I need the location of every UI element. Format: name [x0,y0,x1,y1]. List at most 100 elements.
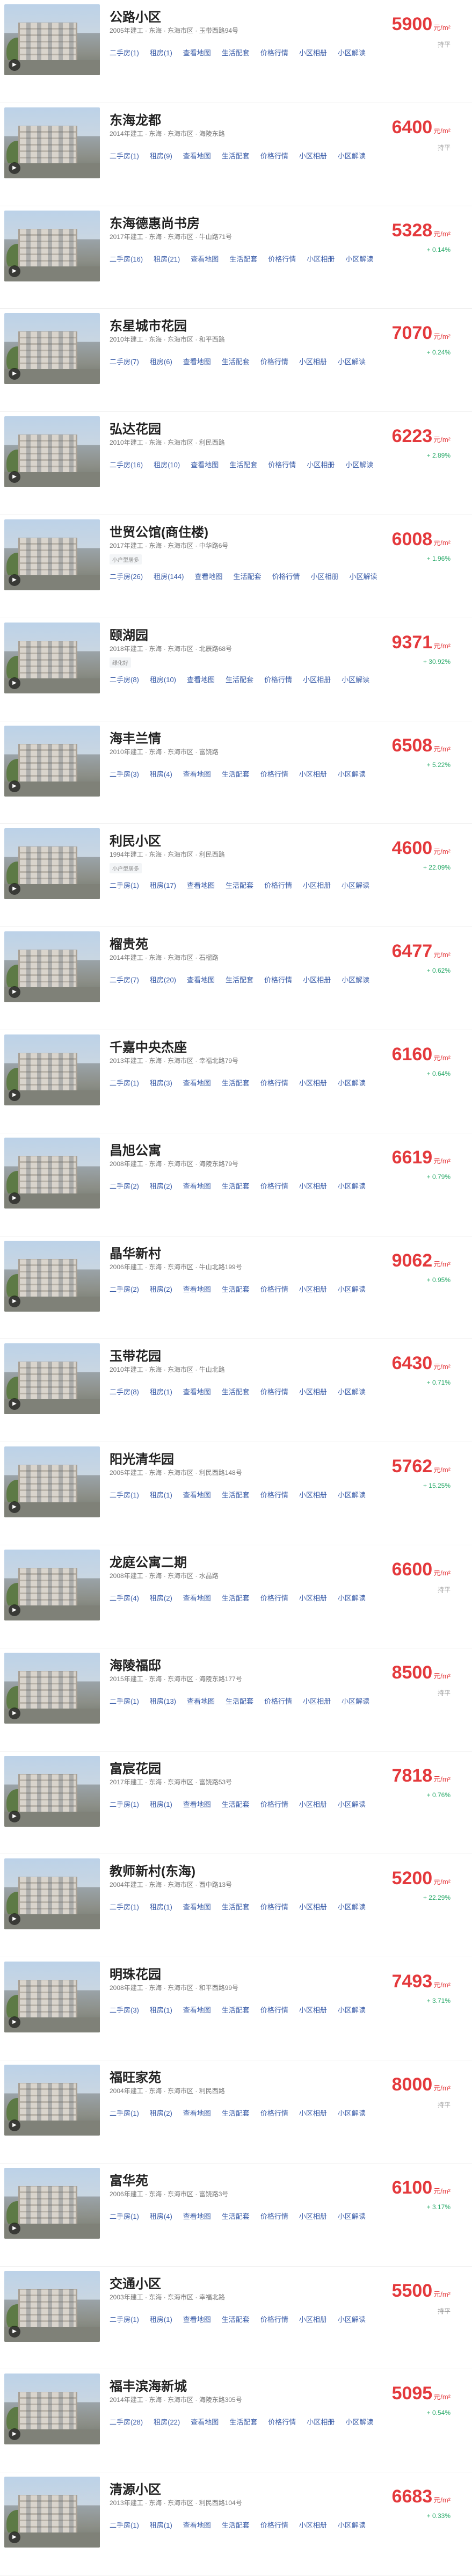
rent-link[interactable]: 租房(10) [154,459,180,469]
album-link[interactable]: 小区相册 [299,1284,327,1294]
map-link[interactable]: 查看地图 [183,2314,211,2324]
map-link[interactable]: 查看地图 [183,769,211,779]
map-link[interactable]: 查看地图 [191,2416,219,2427]
map-link[interactable]: 查看地图 [183,1077,211,1088]
play-icon[interactable]: ▶ [9,1604,20,1616]
rent-link[interactable]: 租房(1) [150,47,172,57]
album-link[interactable]: 小区相册 [303,1696,331,1706]
album-link[interactable]: 小区相册 [303,674,331,684]
amenities-link[interactable]: 生活配套 [229,254,257,264]
community-name[interactable]: 明珠花园 [110,1964,161,1982]
second-hand-link[interactable]: 二手房(16) [110,254,143,264]
map-link[interactable]: 查看地图 [183,1181,211,1191]
analysis-link[interactable]: 小区解读 [338,2211,366,2221]
play-icon[interactable]: ▶ [9,780,20,792]
amenities-link[interactable]: 生活配套 [222,1386,250,1396]
second-hand-link[interactable]: 二手房(1) [110,1901,139,1912]
community-list-item[interactable]: ▶ 公路小区 2005年建工 · 东海 · 东海市区 · 玉带西路94号 二手房(1)… [0,0,472,103]
analysis-link[interactable]: 小区解读 [345,254,373,264]
community-list-item[interactable]: ▶ 海丰兰情 2010年建工 · 东海 · 东海市区 · 富饶路 二手房(3) 租房(4… [0,721,472,824]
second-hand-link[interactable]: 二手房(28) [110,2416,143,2427]
community-name[interactable]: 交通小区 [110,2273,161,2292]
map-link[interactable]: 查看地图 [183,150,211,161]
price-trend-link[interactable]: 价格行情 [264,880,292,890]
community-list-item[interactable]: ▶ 富华苑 2006年建工 · 东海 · 东海市区 · 富饶路3号 二手房(1) 租房(… [0,2163,472,2267]
amenities-link[interactable]: 生活配套 [222,356,250,366]
second-hand-link[interactable]: 二手房(1) [110,150,139,161]
rent-link[interactable]: 租房(2) [150,1284,172,1294]
play-icon[interactable]: ▶ [9,574,20,586]
second-hand-link[interactable]: 二手房(1) [110,1696,139,1706]
community-photo[interactable]: ▶ [4,1755,100,1827]
rent-link[interactable]: 租房(2) [150,2108,172,2118]
community-photo[interactable]: ▶ [4,828,100,900]
community-name[interactable]: 富宸花园 [110,1758,161,1777]
community-name[interactable]: 公路小区 [110,6,161,25]
second-hand-link[interactable]: 二手房(2) [110,1181,139,1191]
analysis-link[interactable]: 小区解读 [338,2520,366,2530]
price-trend-link[interactable]: 价格行情 [260,1181,288,1191]
album-link[interactable]: 小区相册 [299,47,327,57]
play-icon[interactable]: ▶ [9,2016,20,2029]
rent-link[interactable]: 租房(21) [154,254,180,264]
album-link[interactable]: 小区相册 [299,1901,327,1912]
analysis-link[interactable]: 小区解读 [338,356,366,366]
play-icon[interactable]: ▶ [9,1810,20,1822]
analysis-link[interactable]: 小区解读 [342,674,369,684]
play-icon[interactable]: ▶ [9,677,20,689]
amenities-link[interactable]: 生活配套 [222,769,250,779]
rent-link[interactable]: 租房(10) [150,674,176,684]
analysis-link[interactable]: 小区解读 [345,459,373,469]
amenities-link[interactable]: 生活配套 [222,2314,250,2324]
rent-link[interactable]: 租房(13) [150,1696,176,1706]
play-icon[interactable]: ▶ [9,1707,20,1719]
album-link[interactable]: 小区相册 [311,571,339,581]
community-name[interactable]: 海丰兰情 [110,728,161,747]
amenities-link[interactable]: 生活配套 [222,2211,250,2221]
rent-link[interactable]: 租房(3) [150,1077,172,1088]
community-photo[interactable]: ▶ [4,1652,100,1724]
price-trend-link[interactable]: 价格行情 [268,254,296,264]
play-icon[interactable]: ▶ [9,2119,20,2131]
map-link[interactable]: 查看地图 [187,974,215,985]
amenities-link[interactable]: 生活配套 [226,974,253,985]
second-hand-link[interactable]: 二手房(2) [110,1284,139,1294]
community-list-item[interactable]: ▶ 阳光清华园 2005年建工 · 东海 · 东海市区 · 利民西路148号 二手房(… [0,1442,472,1545]
community-name[interactable]: 榴贵苑 [110,934,148,952]
play-icon[interactable]: ▶ [9,1295,20,1307]
analysis-link[interactable]: 小区解读 [338,1901,366,1912]
map-link[interactable]: 查看地图 [183,2520,211,2530]
second-hand-link[interactable]: 二手房(4) [110,1593,139,1603]
amenities-link[interactable]: 生活配套 [222,1799,250,1809]
rent-link[interactable]: 租房(1) [150,2520,172,2530]
price-trend-link[interactable]: 价格行情 [260,1284,288,1294]
community-photo[interactable]: ▶ [4,4,100,75]
amenities-link[interactable]: 生活配套 [222,1181,250,1191]
play-icon[interactable]: ▶ [9,162,20,174]
amenities-link[interactable]: 生活配套 [222,2520,250,2530]
second-hand-link[interactable]: 二手房(16) [110,459,143,469]
community-list-item[interactable]: ▶ 龙庭公寓二期 2008年建工 · 东海 · 东海市区 · 水晶路 二手房(4) 租房… [0,1545,472,1648]
second-hand-link[interactable]: 二手房(1) [110,1799,139,1809]
amenities-link[interactable]: 生活配套 [222,150,250,161]
price-trend-link[interactable]: 价格行情 [264,1696,292,1706]
community-name[interactable]: 福丰滨海新城 [110,2376,187,2394]
community-photo[interactable]: ▶ [4,725,100,797]
price-trend-link[interactable]: 价格行情 [260,150,288,161]
community-list-item[interactable]: ▶ 玉带花园 2010年建工 · 东海 · 东海市区 · 牛山北路 二手房(8) 租房(… [0,1339,472,1443]
second-hand-link[interactable]: 二手房(7) [110,974,139,985]
price-trend-link[interactable]: 价格行情 [260,47,288,57]
map-link[interactable]: 查看地图 [183,1799,211,1809]
price-trend-link[interactable]: 价格行情 [260,2520,288,2530]
community-list-item[interactable]: ▶ 千嘉中央杰座 2013年建工 · 东海 · 东海市区 · 幸福北路79号 二手房(… [0,1030,472,1133]
community-list-item[interactable]: ▶ 利民小区 1994年建工 · 东海 · 东海市区 · 利民西路 小户型居多 二手房(… [0,824,472,928]
analysis-link[interactable]: 小区解读 [338,2005,366,2015]
community-list-item[interactable]: ▶ 交通小区 2003年建工 · 东海 · 东海市区 · 幸福北路 二手房(1) 租房(… [0,2266,472,2370]
map-link[interactable]: 查看地图 [191,254,219,264]
rent-link[interactable]: 租房(1) [150,1386,172,1396]
map-link[interactable]: 查看地图 [183,2211,211,2221]
price-trend-link[interactable]: 价格行情 [264,974,292,985]
analysis-link[interactable]: 小区解读 [342,1696,369,1706]
analysis-link[interactable]: 小区解读 [338,47,366,57]
community-name[interactable]: 玉带花园 [110,1345,161,1364]
